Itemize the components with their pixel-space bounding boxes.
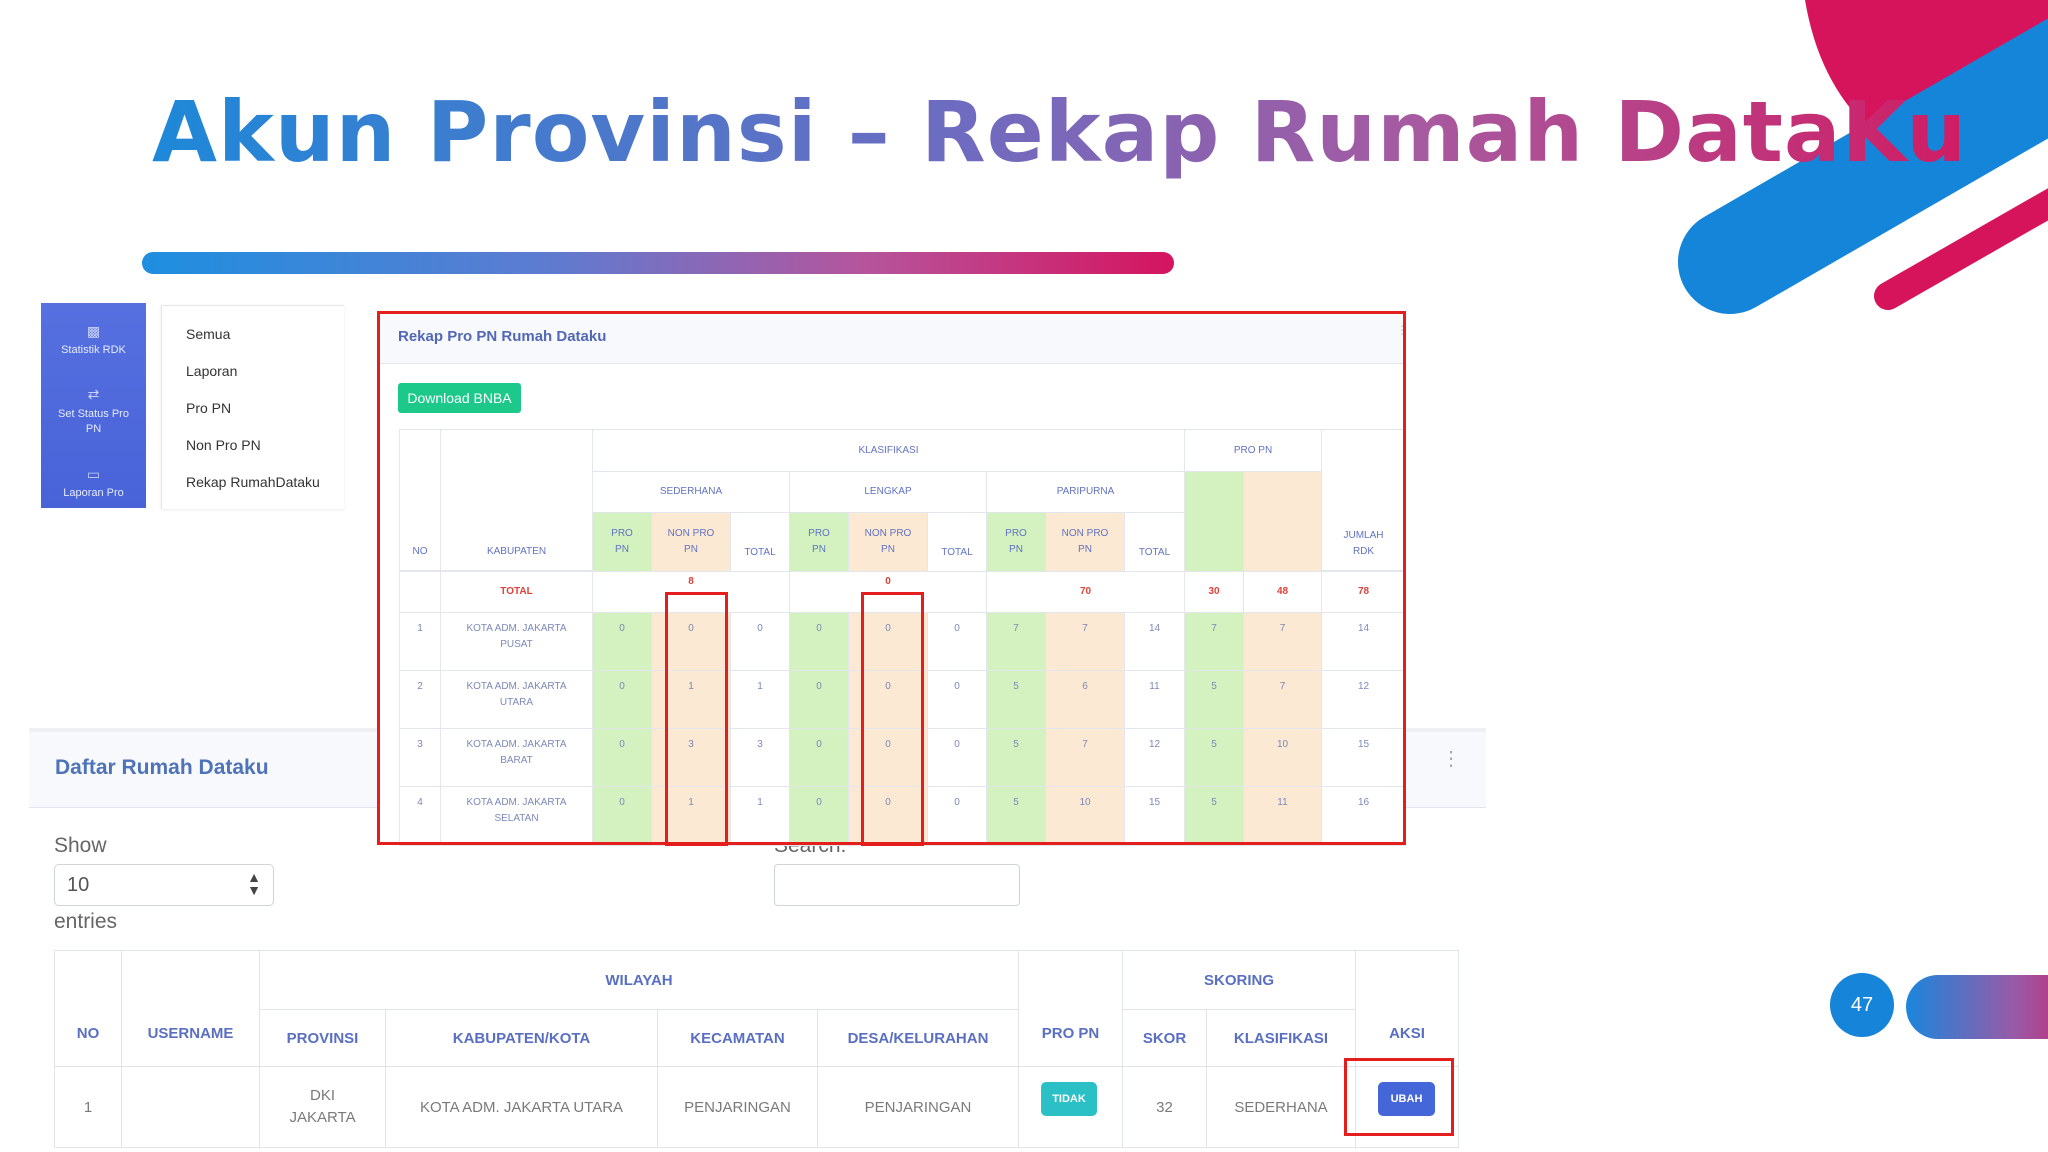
slide-title: Akun Provinsi – Rekap Rumah DataKu bbox=[152, 83, 1968, 181]
submenu-item-rekap-rumahdataku[interactable]: Rekap RumahDataku bbox=[186, 474, 320, 490]
cell-kabkota: KOTA ADM. JAKARTA UTARA bbox=[385, 1066, 658, 1148]
col-header-skor[interactable]: SKOR bbox=[1122, 1009, 1207, 1067]
submenu-item-pro-pn[interactable]: Pro PN bbox=[186, 400, 231, 416]
entries-select-value: 10 bbox=[67, 874, 90, 896]
bar-chart-icon: ▩ bbox=[86, 323, 101, 339]
submenu-item-non-pro-pn[interactable]: Non Pro PN bbox=[186, 437, 261, 453]
report-icon: ▭ bbox=[86, 466, 101, 482]
rekap-rows-table: 1 KOTA ADM. JAKARTA PUSAT 0 0 0 0 0 0 7 7 14 7 7 14 2 K… bbox=[0, 18, 1406, 846]
card-menu-icon[interactable]: ⋮ bbox=[1441, 749, 1461, 769]
search-input[interactable] bbox=[774, 864, 1020, 906]
cell-desa: PENJARINGAN bbox=[817, 1066, 1019, 1148]
cell-kecamatan: PENJARINGAN bbox=[657, 1066, 818, 1148]
cell-provinsi: DKI JAKARTA bbox=[259, 1066, 386, 1148]
rekap-table: NO KABUPATEN KLASIFIKASI PRO PN JUMLAH R… bbox=[0, 8, 1406, 613]
col-header-klasifikasi[interactable]: KLASIFIKASI bbox=[1206, 1009, 1356, 1067]
highlight-box-ubah bbox=[1344, 1058, 1454, 1136]
pro-pn-status-button[interactable]: TIDAK bbox=[1041, 1082, 1097, 1116]
sidebar-item-label: Laporan Pro bbox=[63, 487, 124, 499]
submenu-item-semua[interactable]: Semua bbox=[186, 326, 230, 342]
daftar-card-title: Daftar Rumah Dataku bbox=[55, 756, 269, 779]
col-header-skoring: SKORING bbox=[1122, 950, 1356, 1010]
col-header-wilayah: WILAYAH bbox=[259, 950, 1019, 1010]
daftar-table: NO USERNAME WILAYAH PRO PN SKORING AKSI … bbox=[0, 0, 1459, 1148]
cell-klasifikasi: SEDERHANA bbox=[1206, 1066, 1356, 1148]
col-header-provinsi[interactable]: PROVINSI bbox=[259, 1009, 386, 1067]
rekap-table-body: 1 KOTA ADM. JAKARTA PUSAT 0 0 0 0 0 0 7 7 14 7 7 14 2 K… bbox=[0, 18, 2048, 846]
sidebar-item-laporan-pro[interactable]: ▭ Laporan Pro bbox=[41, 466, 146, 499]
sidebar-item-statistik-rdk[interactable]: ▩ Statistik RDK bbox=[41, 323, 146, 356]
highlight-box-rekap-card bbox=[377, 311, 1406, 845]
col-header-kecamatan[interactable]: KECAMATAN bbox=[657, 1009, 818, 1067]
sidebar-item-set-status-pro-pn[interactable]: ⇄ Set Status Pro PN bbox=[41, 386, 146, 438]
sort-arrows-icon: ▲ ▼ bbox=[247, 869, 261, 898]
submenu-item-laporan[interactable]: Laporan bbox=[186, 363, 237, 379]
cell-username bbox=[121, 1066, 260, 1148]
col-header-aksi: AKSI bbox=[1355, 950, 1459, 1067]
entries-label: entries bbox=[54, 910, 118, 933]
show-label: Show bbox=[54, 834, 107, 857]
title-underline-bar bbox=[142, 252, 1174, 274]
col-header-no[interactable]: NO bbox=[54, 950, 122, 1067]
col-header-username[interactable]: USERNAME bbox=[121, 950, 260, 1067]
submenu-dropdown: Semua Laporan Pro PN Non Pro PN Rekap Ru… bbox=[161, 305, 344, 509]
sidebar-item-label: Statistik RDK bbox=[61, 344, 126, 356]
col-header-kabkota[interactable]: KABUPATEN/KOTA bbox=[385, 1009, 658, 1067]
sidebar: ▩ Statistik RDK ⇄ Set Status Pro PN ▭ La… bbox=[41, 303, 146, 508]
cell-no: 1 bbox=[54, 1066, 122, 1148]
col-header-pro-pn[interactable]: PRO PN bbox=[1018, 950, 1123, 1067]
entries-select[interactable]: 10 ▲ ▼ bbox=[54, 864, 274, 906]
cell-skor: 32 bbox=[1122, 1066, 1207, 1148]
sidebar-item-label: Set Status Pro PN bbox=[58, 408, 129, 436]
col-header-desa[interactable]: DESA/KELURAHAN bbox=[817, 1009, 1019, 1067]
page-number-badge: 47 bbox=[1830, 973, 1894, 1037]
exchange-icon: ⇄ bbox=[87, 386, 100, 402]
